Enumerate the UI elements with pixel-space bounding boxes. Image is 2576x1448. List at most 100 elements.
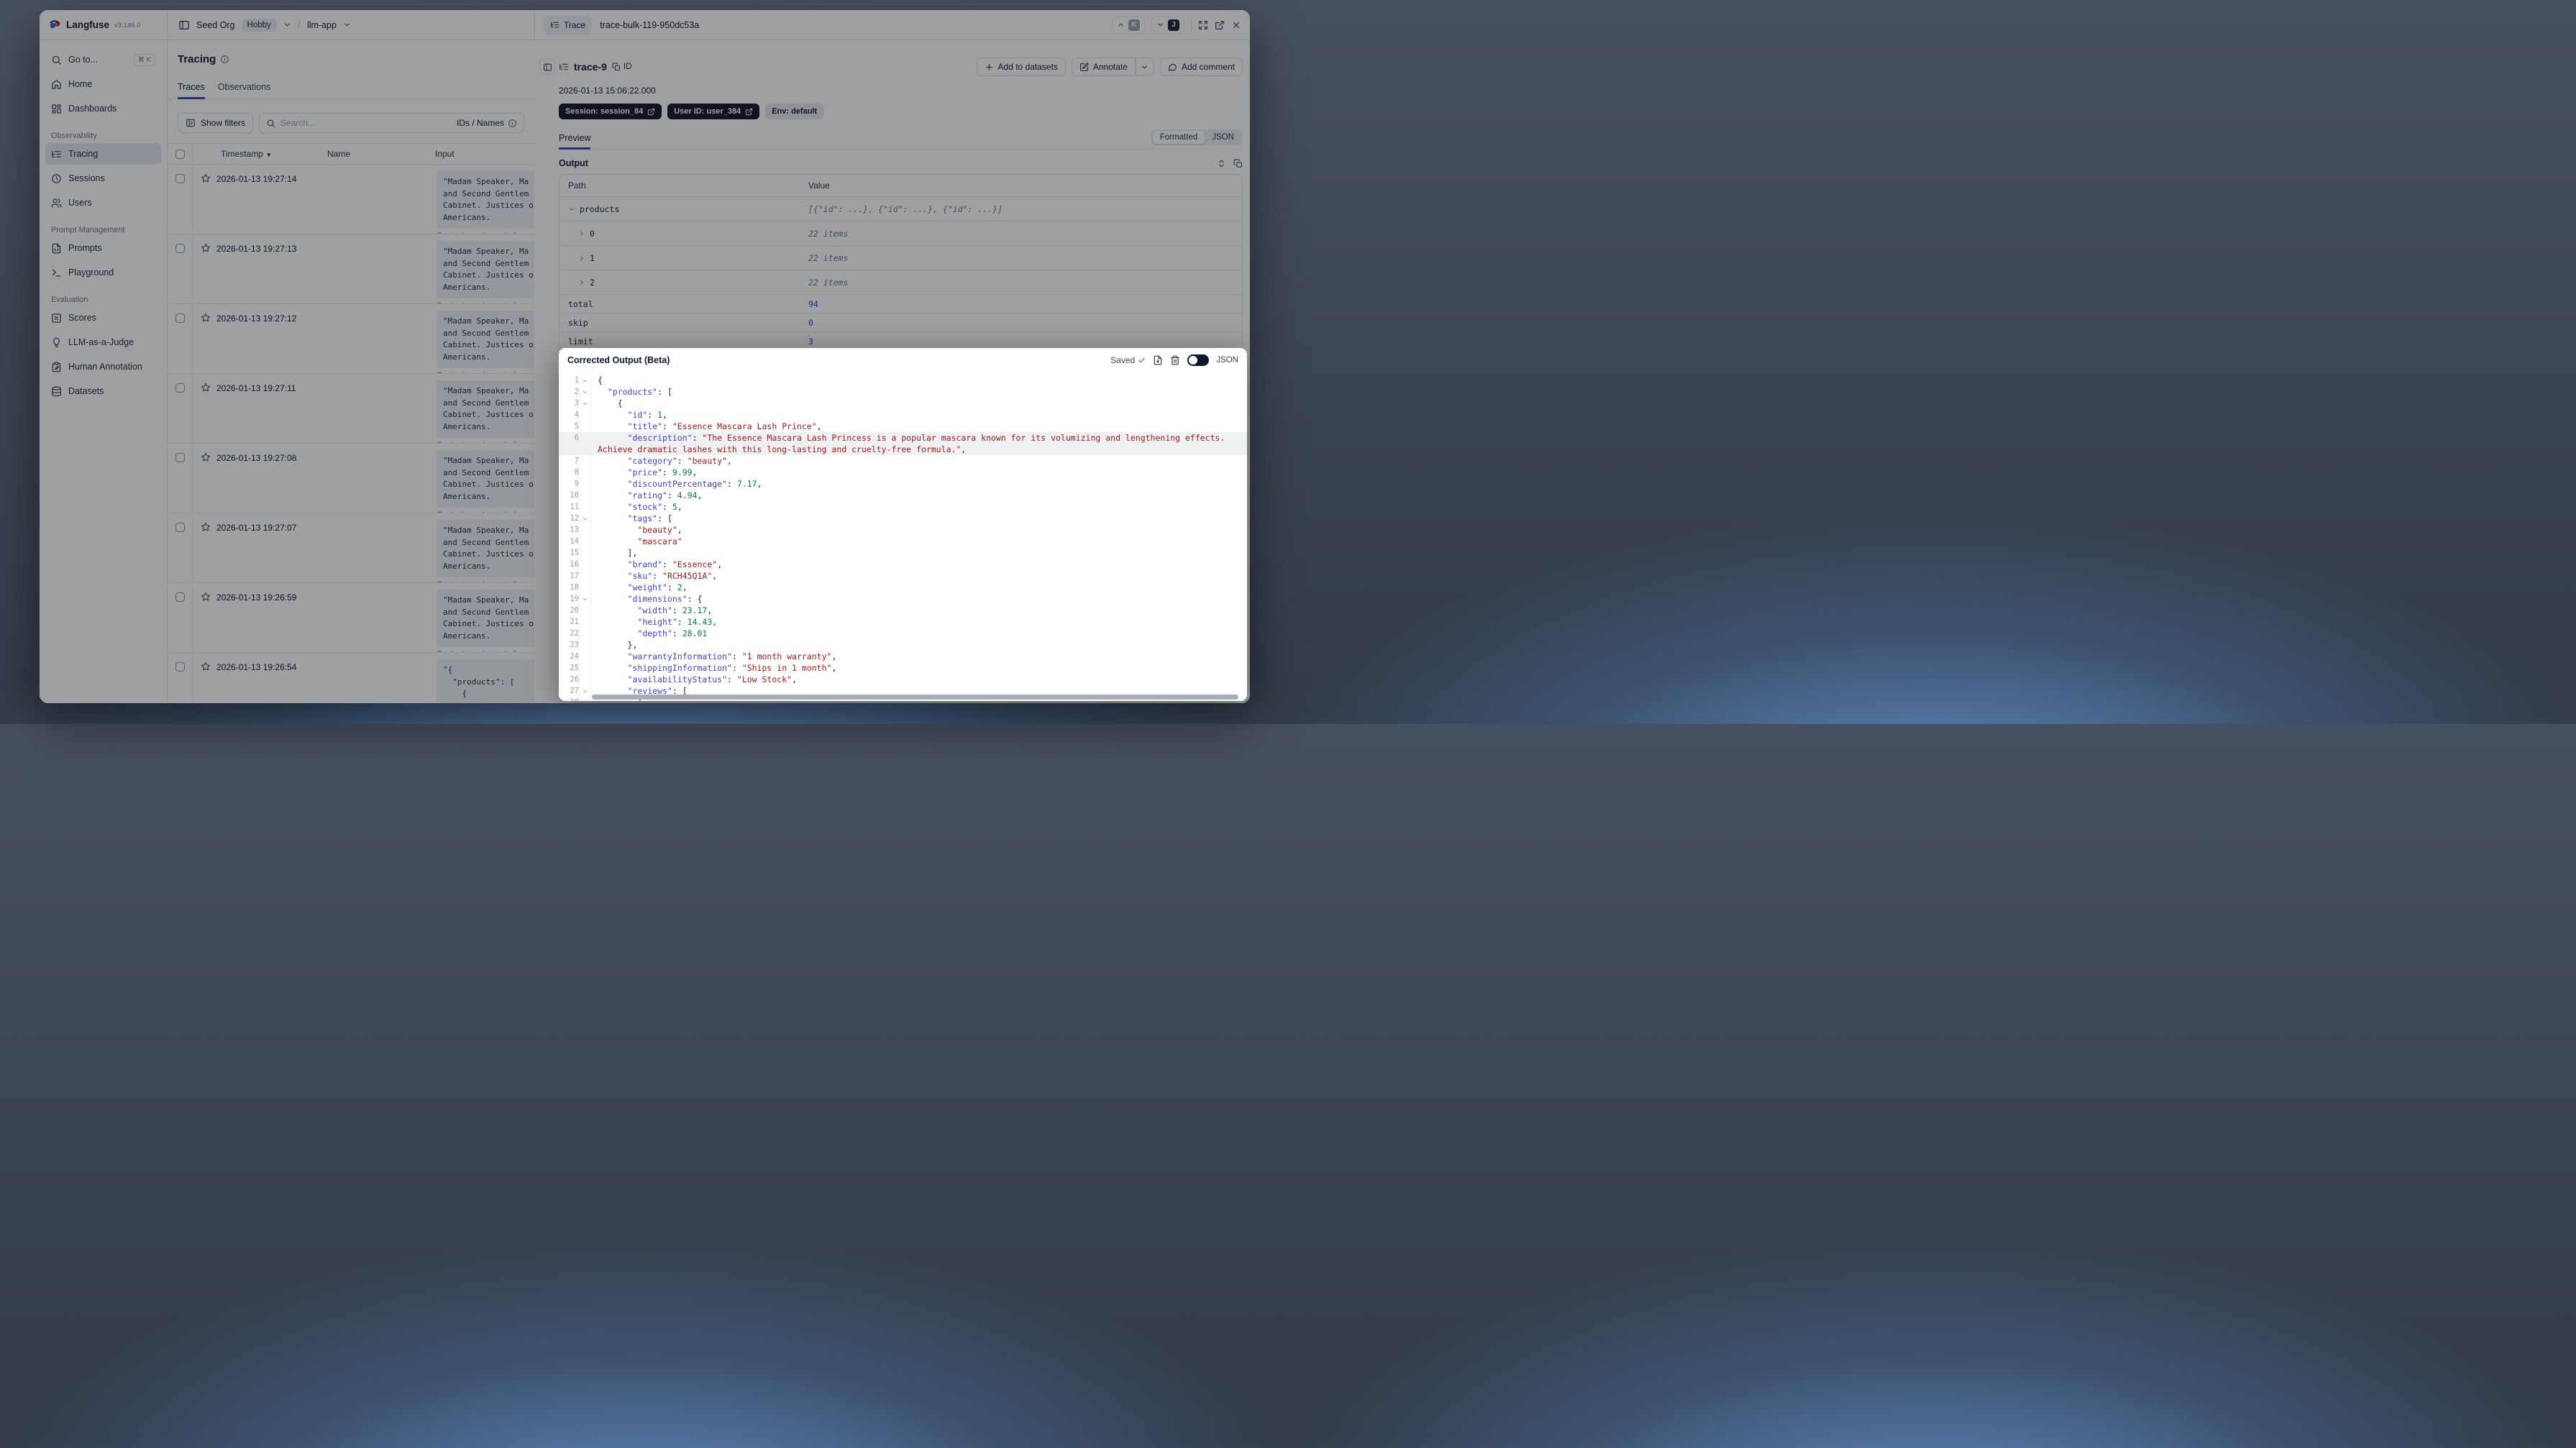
code-line[interactable]: 11 "stock": 5, — [559, 501, 1247, 513]
code-line[interactable]: 17 "sku": "RCH45Q1A", — [559, 570, 1247, 582]
fold-icon[interactable] — [582, 389, 588, 395]
line-number: 16 — [570, 560, 579, 569]
code-line[interactable]: 15 ], — [559, 547, 1247, 559]
code-text: "shippingInformation": "Ships in 1 month… — [627, 663, 837, 673]
code-text: "width": 23.17, — [637, 605, 713, 615]
line-number — [559, 444, 590, 455]
code-text: "brand": "Essence", — [627, 559, 723, 569]
save-file-icon[interactable] — [1153, 355, 1163, 365]
line-number: 26 — [570, 675, 579, 684]
code-text: "discountPercentage": 7.17, — [627, 479, 762, 489]
code-line[interactable]: 6 "description": "The Essence Mascara La… — [559, 432, 1247, 444]
line-number: 9 — [574, 480, 579, 488]
fold-icon[interactable] — [582, 377, 588, 384]
json-toggle-label: JSON — [1216, 356, 1238, 365]
code-line[interactable]: 14 "mascara" — [559, 536, 1247, 547]
code-text: { — [598, 398, 623, 408]
code-line[interactable]: 26 "availabilityStatus": "Low Stock", — [559, 674, 1247, 685]
code-text: "weight": 2, — [627, 582, 688, 592]
line-number: 7 — [574, 457, 579, 465]
code-text: }, — [598, 640, 638, 650]
fold-icon[interactable] — [582, 688, 588, 695]
line-number: 21 — [570, 618, 579, 626]
delete-icon[interactable] — [1170, 355, 1180, 365]
line-number: 23 — [570, 641, 579, 649]
code-text: "mascara" — [637, 536, 682, 546]
code-text: "height": 14.43, — [637, 617, 718, 627]
code-text: "rating": 4.94, — [627, 490, 703, 500]
code-line[interactable]: 16 "brand": "Essence", — [559, 559, 1247, 570]
line-number: 8 — [574, 468, 579, 477]
code-text: ], — [598, 548, 638, 558]
json-editor[interactable]: 1{2 "products": [3 {4 "id": 1, 5 "title":… — [559, 372, 1247, 701]
fold-icon[interactable] — [582, 700, 588, 701]
line-number: 19 — [559, 593, 590, 605]
saved-status: Saved — [1110, 355, 1146, 365]
code-text: "sku": "RCH45Q1A", — [627, 571, 718, 581]
code-text: "availabilityStatus": "Low Stock", — [627, 674, 797, 684]
code-line[interactable]: 7 "category": "beauty", — [559, 455, 1247, 467]
code-text: "category": "beauty", — [627, 456, 732, 466]
saved-label: Saved — [1110, 355, 1136, 365]
code-text: Achieve dramatic lashes with this long-l… — [598, 444, 967, 454]
code-line[interactable]: 4 "id": 1, — [559, 409, 1247, 421]
line-number: 4 — [574, 411, 579, 419]
line-number: 28 — [559, 697, 590, 701]
code-line[interactable]: 10 "rating": 4.94, — [559, 490, 1247, 501]
code-line[interactable]: 18 "weight": 2, — [559, 582, 1247, 593]
horizontal-scrollbar[interactable] — [592, 695, 1238, 700]
line-number: 11 — [570, 503, 579, 511]
line-number: 13 — [570, 526, 579, 534]
code-text: "tags": [ — [627, 513, 672, 523]
code-text: "dimensions": { — [627, 594, 703, 604]
line-number: 6 — [574, 434, 579, 442]
code-text: "beauty", — [637, 525, 682, 535]
code-line[interactable]: 13 "beauty", — [559, 524, 1247, 536]
code-line[interactable]: 22 "depth": 28.01 — [559, 628, 1247, 639]
code-text: "stock": 5, — [627, 502, 682, 512]
code-line[interactable]: 19 "dimensions": { — [559, 593, 1247, 605]
line-number: 27 — [559, 685, 590, 697]
code-line[interactable]: 9 "discountPercentage": 7.17, — [559, 478, 1247, 490]
code-line[interactable]: 24 "warrantyInformation": "1 month warra… — [559, 651, 1247, 662]
line-number: 2 — [559, 386, 590, 398]
desktop: { "topbar": { "app_name": "Langfuse", "v… — [0, 0, 1288, 724]
fold-icon[interactable] — [582, 400, 588, 407]
code-line[interactable]: 8 "price": 9.99, — [559, 467, 1247, 478]
fold-icon[interactable] — [582, 515, 588, 522]
code-line[interactable]: Achieve dramatic lashes with this long-l… — [559, 444, 1247, 455]
corrected-output-title: Corrected Output (Beta) — [567, 355, 670, 365]
code-line[interactable]: 20 "width": 23.17, — [559, 605, 1247, 616]
line-number: 5 — [574, 422, 579, 431]
code-line[interactable]: 25 "shippingInformation": "Ships in 1 mo… — [559, 662, 1247, 674]
code-line[interactable]: 23 }, — [559, 639, 1247, 651]
code-line[interactable]: 12 "tags": [ — [559, 513, 1247, 524]
line-number: 25 — [570, 664, 579, 672]
app-window: Langfuse v3.146.0 Seed Org Hobby / llm-a… — [40, 10, 1250, 703]
code-line[interactable]: 5 "title": "Essence Mascara Lash Prince"… — [559, 421, 1247, 432]
code-line[interactable]: 21 "height": 14.43, — [559, 616, 1247, 628]
corrected-output-panel: Corrected Output (Beta) Saved JSON 1{2 "… — [559, 348, 1247, 701]
code-line[interactable]: 1{ — [559, 375, 1247, 386]
code-text: "description": "The Essence Mascara Lash… — [627, 433, 1225, 443]
code-text: "price": 9.99, — [627, 467, 698, 477]
check-icon — [1138, 357, 1146, 365]
line-number: 12 — [559, 513, 590, 524]
fold-icon[interactable] — [582, 596, 588, 602]
line-number: 18 — [570, 583, 579, 592]
line-number: 10 — [570, 491, 579, 500]
line-number: 15 — [570, 549, 579, 557]
code-text: "products": [ — [607, 387, 672, 397]
line-number: 17 — [570, 572, 579, 580]
code-text: { — [598, 375, 603, 385]
code-line[interactable]: 3 { — [559, 398, 1247, 409]
json-toggle[interactable] — [1187, 354, 1210, 366]
line-number: 14 — [570, 537, 579, 546]
code-line[interactable]: 2 "products": [ — [559, 386, 1247, 398]
code-text: "depth": 28.01 — [637, 628, 708, 638]
line-number: 20 — [570, 606, 579, 615]
line-number: 22 — [570, 629, 579, 638]
code-text: "title": "Essence Mascara Lash Prince", — [627, 421, 822, 431]
code-text: "warrantyInformation": "1 month warranty… — [627, 651, 837, 661]
line-number: 1 — [559, 375, 590, 386]
